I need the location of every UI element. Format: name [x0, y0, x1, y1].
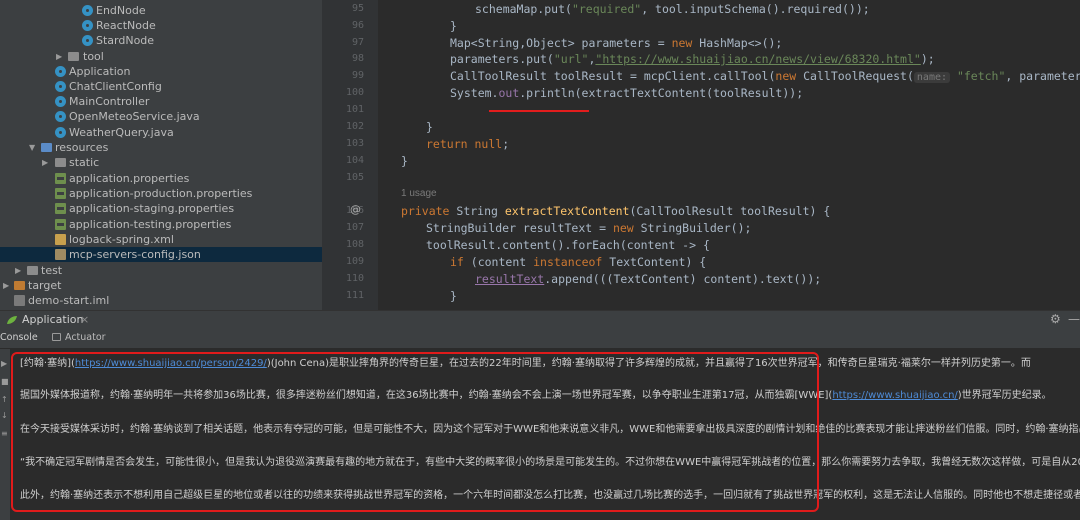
red-underline-annotation — [489, 110, 589, 112]
code-line-99: CallToolResult toolResult = mcpClient.ca… — [450, 69, 1080, 83]
code-line-110: resultText.append(((TextContent) content… — [475, 272, 822, 286]
properties-file-icon — [55, 188, 66, 199]
spring-leaf-icon — [7, 316, 17, 324]
console-side-toolbar: ▶ ■ ↑ ↓ ≡ — [0, 349, 10, 520]
target-folder-icon — [14, 281, 25, 290]
chevron-right-icon[interactable]: ▶ — [56, 49, 62, 64]
code-editor[interactable]: schemaMap.put("required", tool.inputSche… — [378, 0, 1080, 310]
json-file-icon — [55, 249, 66, 260]
line-number: 97 — [351, 37, 364, 48]
code-line-103: return null; — [426, 137, 510, 151]
project-tree: EndNode ReactNode StardNode ▶ tool Appli… — [0, 0, 322, 310]
java-file-icon — [55, 111, 66, 122]
console-link[interactable]: https://www.shuaijiao.cn/ — [832, 390, 957, 401]
editor-gutter: 95 96 97 98 99 100 101 102 103 104 105 1… — [322, 0, 378, 310]
properties-file-icon — [55, 173, 66, 184]
code-line-109: if (content instanceof TextContent) { — [450, 255, 707, 269]
scroll-up-icon[interactable]: ↑ — [1, 395, 8, 404]
tab-actuator[interactable]: Actuator — [65, 332, 106, 343]
line-number: 107 — [345, 222, 364, 233]
chevron-right-icon[interactable]: ▶ — [42, 155, 48, 170]
line-number: 105 — [345, 172, 364, 183]
code-line-102: } — [426, 120, 433, 134]
xml-file-icon — [55, 234, 66, 245]
close-icon[interactable]: × — [80, 313, 89, 326]
run-tabs: Console Actuator — [0, 328, 1080, 349]
line-number: 95 — [351, 3, 364, 14]
line-number: 103 — [345, 138, 364, 149]
line-number: 109 — [345, 256, 364, 267]
folder-icon — [68, 52, 79, 61]
code-line-97: Map<String,Object> parameters = new Hash… — [450, 36, 783, 50]
line-number: 101 — [345, 104, 364, 115]
chevron-right-icon[interactable]: ▶ — [3, 278, 9, 293]
line-number: 100 — [345, 87, 364, 98]
code-line-104: } — [401, 154, 408, 168]
soft-wrap-icon[interactable]: ≡ — [1, 429, 8, 438]
properties-file-icon — [55, 203, 66, 214]
line-number: 102 — [345, 121, 364, 132]
scroll-down-icon[interactable]: ↓ — [1, 411, 8, 420]
line-number: 99 — [351, 70, 364, 81]
java-class-icon — [55, 96, 66, 107]
annotation-at-icon: @ — [350, 203, 361, 216]
properties-file-icon — [55, 219, 66, 230]
java-class-icon — [82, 35, 93, 46]
iml-file-icon — [14, 295, 25, 306]
code-line-98: parameters.put("url","https://www.shuaij… — [450, 52, 935, 66]
line-number: 104 — [345, 155, 364, 166]
chevron-down-icon[interactable]: ▼ — [29, 140, 35, 155]
stop-icon[interactable]: ■ — [1, 377, 9, 386]
code-line-100: System.out.println(extractTextContent(to… — [450, 86, 804, 100]
java-class-icon — [82, 5, 93, 16]
code-line-108: toolResult.content().forEach(content -> … — [426, 238, 710, 252]
run-toolbar: Application × ⚙ — — [0, 310, 1080, 329]
actuator-icon — [52, 333, 61, 341]
folder-icon — [27, 266, 38, 275]
java-class-icon — [82, 20, 93, 31]
parameter-hint: name: — [913, 72, 951, 83]
run-config-title[interactable]: Application — [22, 313, 83, 326]
chevron-right-icon[interactable]: ▶ — [15, 263, 21, 278]
java-class-icon — [55, 81, 66, 92]
java-class-icon — [55, 66, 66, 77]
code-line-111: } — [450, 289, 457, 303]
tab-console[interactable]: Console — [0, 332, 38, 343]
rerun-icon[interactable]: ▶ — [1, 359, 7, 368]
line-number: 108 — [345, 239, 364, 250]
code-line-106: private String extractTextContent(CallTo… — [401, 204, 831, 218]
code-line-96: } — [450, 19, 457, 33]
folder-icon — [55, 158, 66, 167]
line-number: 96 — [351, 20, 364, 31]
line-number: 111 — [345, 290, 364, 301]
tree-item-mcp-servers-config[interactable]: mcp-servers-config.json — [0, 247, 322, 262]
line-number: 110 — [345, 273, 364, 284]
code-line-95: schemaMap.put("required", tool.inputSche… — [475, 2, 870, 16]
resources-folder-icon — [41, 143, 52, 152]
code-line-107: StringBuilder resultText = new StringBui… — [426, 221, 752, 235]
red-box-annotation — [11, 352, 819, 512]
usage-hint[interactable]: 1 usage — [401, 188, 437, 199]
line-number: 98 — [351, 53, 364, 64]
minimize-icon[interactable]: — — [1068, 312, 1080, 326]
gear-icon[interactable]: ⚙ — [1050, 312, 1061, 326]
java-file-icon — [55, 127, 66, 138]
